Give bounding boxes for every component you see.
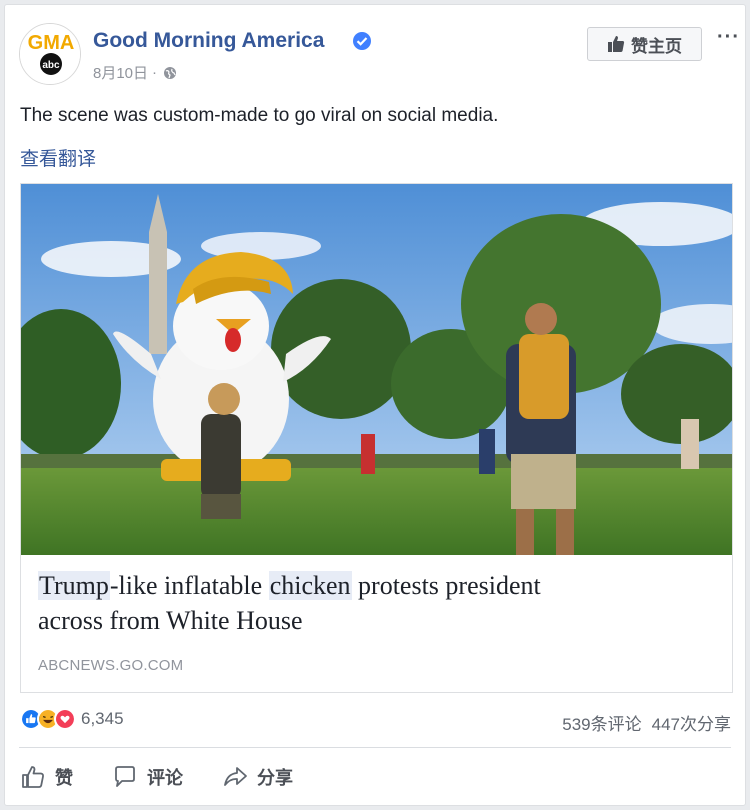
share-label: 分享 [257, 768, 293, 788]
thumbs-up-icon [22, 766, 44, 788]
page-avatar[interactable]: GMA abc [19, 23, 81, 85]
link-source-domain: ABCNEWS.GO.COM [38, 657, 184, 674]
svg-text:GMA: GMA [28, 32, 75, 54]
post-actions-bar: 赞 评论 分享 [19, 763, 293, 791]
speech-bubble-icon [115, 766, 135, 787]
like-page-button[interactable]: 赞主页 [587, 27, 702, 61]
post-card: GMA abc Good Morning America 8月10日 · 赞主页… [4, 4, 746, 806]
like-label: 赞 [55, 768, 73, 788]
title-highlight-chicken: chicken [268, 571, 352, 600]
see-translation-link[interactable]: 查看翻译 [20, 144, 96, 171]
gma-logo-icon: GMA abc [20, 24, 80, 84]
globe-icon[interactable] [163, 66, 177, 80]
share-count-link[interactable]: 447次分享 [652, 710, 731, 735]
reactions-summary[interactable]: 6,345 [20, 708, 124, 730]
verified-badge-icon [353, 32, 371, 50]
svg-text:abc: abc [42, 60, 60, 71]
actions-divider [19, 747, 731, 748]
love-reaction-icon [54, 708, 76, 730]
like-page-label: 赞主页 [631, 36, 682, 56]
reaction-count: 6,345 [81, 709, 124, 728]
title-line-2: across from White House [38, 606, 303, 635]
share-button[interactable]: 分享 [221, 763, 293, 791]
link-title[interactable]: Trump-like inflatable chicken protests p… [38, 568, 718, 638]
title-segment-1: -like inflatable [109, 571, 269, 600]
comment-label: 评论 [147, 768, 183, 788]
share-arrow-icon [224, 767, 247, 786]
link-preview[interactable]: Trump-like inflatable chicken protests p… [20, 183, 733, 693]
post-date[interactable]: 8月10日 [93, 62, 148, 83]
title-segment-2: protests president [351, 571, 541, 600]
comment-count-link[interactable]: 539条评论 [562, 710, 641, 735]
post-meta: 8月10日 · [93, 62, 177, 83]
comment-button[interactable]: 评论 [111, 763, 183, 791]
engagement-stats: 539条评论 447次分享 [562, 710, 731, 735]
title-highlight-trump: Trump [38, 571, 110, 600]
link-preview-image[interactable] [21, 184, 733, 555]
thumbs-up-icon [608, 36, 625, 52]
like-button[interactable]: 赞 [19, 763, 73, 791]
page-name-link[interactable]: Good Morning America [93, 29, 324, 53]
meta-separator: · [152, 64, 158, 81]
post-message: The scene was custom-made to go viral on… [20, 105, 499, 126]
more-options-button[interactable]: ··· [717, 27, 740, 47]
